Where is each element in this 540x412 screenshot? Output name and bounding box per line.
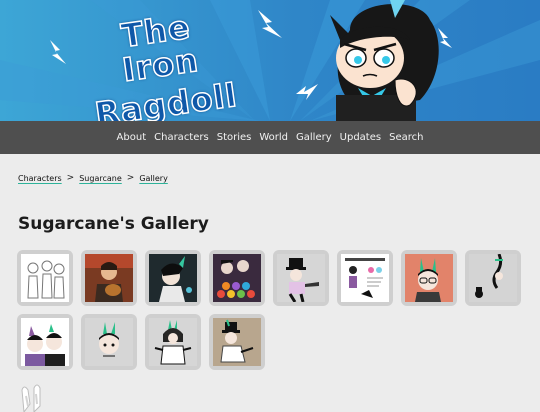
bolt-icon — [438, 28, 452, 48]
gallery-thumb-hanging-character[interactable] — [465, 250, 521, 306]
nav-updates[interactable]: Updates — [340, 132, 381, 143]
tophat-seated-image — [213, 318, 261, 366]
nav-characters[interactable]: Characters — [154, 132, 209, 143]
hanging-character-image — [469, 254, 517, 302]
dark-character-art-image — [149, 254, 197, 302]
gallery-thumb-bunny-figure[interactable] — [145, 314, 201, 370]
nav-world[interactable]: World — [259, 132, 288, 143]
reference-sheet-image — [341, 254, 389, 302]
gallery-thumb-duo-portrait[interactable] — [17, 314, 73, 370]
site-banner[interactable]: The Iron Ragdoll — [0, 0, 540, 121]
gallery-thumb-tophat-pointing[interactable] — [273, 250, 329, 306]
banner-background-art — [0, 0, 540, 121]
gallery-thumb-dark-character-art[interactable] — [145, 250, 201, 306]
site-title[interactable]: The Iron Ragdoll — [79, 4, 243, 121]
sketch-lineup-image — [21, 254, 69, 302]
bunny-figure-image — [149, 318, 197, 366]
bunny-head-sketch-image — [85, 318, 133, 366]
breadcrumb-characters[interactable]: Characters — [18, 174, 62, 183]
gallery-thumb-guitar-portrait[interactable] — [81, 250, 137, 306]
breadcrumb-separator: > — [66, 173, 75, 183]
gallery-thumb-bunny-portrait-red-bg[interactable] — [401, 250, 457, 306]
nav-gallery[interactable]: Gallery — [296, 132, 332, 143]
tophat-pointing-image — [277, 254, 325, 302]
bunny-mascot-icon — [21, 384, 41, 412]
main-nav: About Characters Stories World Gallery U… — [0, 121, 540, 154]
gallery-thumb-sketch-lineup[interactable] — [17, 250, 73, 306]
crowd-scene-image — [213, 254, 261, 302]
gallery-thumb-tophat-seated[interactable] — [209, 314, 265, 370]
duo-portrait-image — [21, 318, 69, 366]
breadcrumb-sugarcane[interactable]: Sugarcane — [79, 174, 122, 183]
nav-stories[interactable]: Stories — [217, 132, 252, 143]
gallery-thumb-reference-sheet[interactable] — [337, 250, 393, 306]
breadcrumb: Characters > Sugarcane > Gallery — [18, 173, 168, 183]
nav-search[interactable]: Search — [389, 132, 423, 143]
page-title: Sugarcane's Gallery — [18, 214, 209, 234]
nav-about[interactable]: About — [117, 132, 147, 143]
gallery-thumb-crowd-scene[interactable] — [209, 250, 265, 306]
breadcrumb-gallery[interactable]: Gallery — [139, 174, 168, 183]
bolt-icon — [258, 10, 282, 38]
bolt-icon — [50, 40, 66, 64]
bunny-portrait-image — [405, 254, 453, 302]
breadcrumb-separator: > — [126, 173, 135, 183]
guitar-portrait-image — [85, 254, 133, 302]
gallery-thumb-bunny-head-sketch[interactable] — [81, 314, 137, 370]
